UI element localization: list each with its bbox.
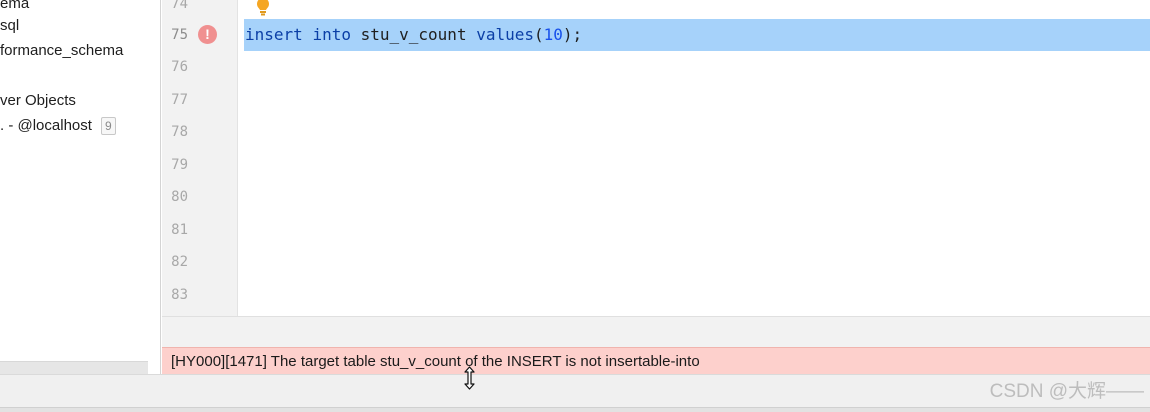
editor-bottom-area bbox=[162, 316, 1150, 347]
csdn-watermark: CSDN @大辉—— bbox=[989, 381, 1144, 402]
resize-cursor-icon bbox=[464, 366, 475, 390]
error-marker-icon[interactable]: ! bbox=[198, 25, 217, 44]
tree-item-schema[interactable]: ema bbox=[0, 0, 29, 14]
lightbulb-icon[interactable] bbox=[256, 0, 270, 16]
line-number: 80 bbox=[171, 189, 188, 205]
database-tree-panel: ema sql formance_schema ver Objects . - … bbox=[0, 0, 161, 374]
tree-item-performance-schema[interactable]: formance_schema bbox=[0, 41, 123, 61]
error-notification-bar[interactable]: [HY000][1471] The target table stu_v_cou… bbox=[162, 347, 1150, 374]
line-number: 82 bbox=[171, 254, 188, 270]
line-number: 75 bbox=[171, 27, 188, 43]
tree-item-label: . - @localhost bbox=[0, 117, 92, 134]
tree-horizontal-scrollbar[interactable] bbox=[0, 361, 148, 374]
code-line-75[interactable]: insert into stu_v_count values(10); bbox=[245, 25, 582, 45]
line-number: 81 bbox=[171, 222, 188, 238]
keyword-insert: insert bbox=[245, 25, 303, 44]
line-number: 76 bbox=[171, 59, 188, 75]
tree-item-label: sql bbox=[0, 17, 20, 34]
line-number: 74 bbox=[171, 0, 188, 12]
line-number: 79 bbox=[171, 157, 188, 173]
open-paren: ( bbox=[534, 25, 544, 44]
tree-item-mysql[interactable]: sql bbox=[0, 16, 19, 36]
error-message: [HY000][1471] The target table stu_v_cou… bbox=[171, 353, 700, 370]
bottom-toolbar-strip bbox=[0, 374, 1150, 407]
line-number: 78 bbox=[171, 124, 188, 140]
tree-item-label: formance_schema bbox=[0, 42, 124, 59]
close-paren-semicolon: ); bbox=[562, 25, 583, 44]
line-number: 77 bbox=[171, 92, 188, 108]
window-bottom-edge bbox=[0, 407, 1150, 412]
tree-item-localhost[interactable]: . - @localhost 9 bbox=[0, 116, 116, 136]
count-badge: 9 bbox=[100, 117, 116, 136]
table-name: stu_v_count bbox=[360, 25, 467, 44]
tree-item-label: ver Objects bbox=[0, 92, 76, 109]
sql-editor[interactable]: 74 75 76 77 78 79 80 81 82 83 ! insert i… bbox=[162, 0, 1150, 316]
keyword-values: values bbox=[476, 25, 535, 44]
tree-item-label: ema bbox=[0, 0, 30, 12]
literal-value: 10 bbox=[543, 25, 563, 44]
line-number: 83 bbox=[171, 287, 188, 303]
keyword-into: into bbox=[312, 25, 351, 44]
tree-item-server-objects[interactable]: ver Objects bbox=[0, 91, 76, 111]
line-number-gutter[interactable]: 74 75 76 77 78 79 80 81 82 83 ! bbox=[162, 0, 238, 316]
